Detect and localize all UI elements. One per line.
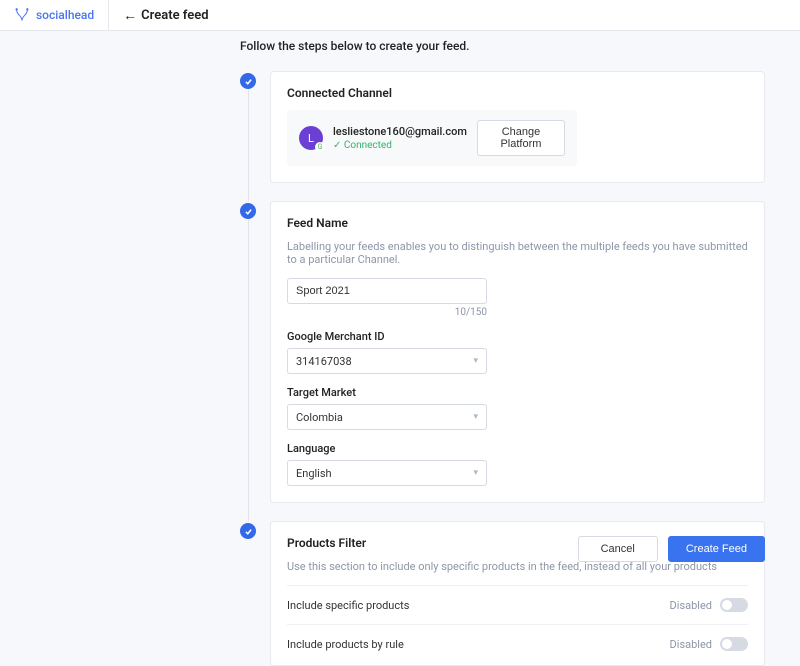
- feed-name-text[interactable]: [296, 285, 478, 297]
- toggle-state: Disabled: [670, 638, 712, 651]
- target-market-select[interactable]: Colombia ▾: [287, 404, 487, 430]
- filter-row-rule: Include products by rule Disabled: [287, 624, 748, 663]
- footer-actions: Cancel Create Feed: [578, 536, 765, 562]
- step-check-icon: [240, 203, 256, 219]
- toggle-specific-products[interactable]: [720, 598, 748, 612]
- page-title-area[interactable]: ← Create feed: [109, 7, 208, 24]
- back-arrow-icon[interactable]: ←: [123, 7, 137, 24]
- create-feed-button[interactable]: Create Feed: [668, 536, 765, 562]
- channel-email: lesliestone160@gmail.com: [333, 125, 467, 138]
- card-title: Feed Name: [287, 216, 748, 230]
- target-market-value: Colombia: [296, 411, 343, 424]
- language-select[interactable]: English ▾: [287, 460, 487, 486]
- filter-row-specific: Include specific products Disabled: [287, 585, 748, 624]
- step-connector: [248, 89, 249, 201]
- chevron-down-icon: ▾: [473, 468, 478, 478]
- field-language: Language English ▾: [287, 442, 748, 486]
- card-feed-name: Feed Name Labelling your feeds enables y…: [270, 201, 765, 503]
- avatar: L G: [299, 126, 323, 150]
- language-value: English: [296, 467, 332, 480]
- filter-label: Include specific products: [287, 599, 409, 612]
- instructions-text: Follow the steps below to create your fe…: [240, 39, 800, 53]
- cancel-button[interactable]: Cancel: [578, 536, 658, 562]
- filter-label: Include products by rule: [287, 638, 404, 651]
- field-merchant-id: Google Merchant ID 314167038 ▾: [287, 330, 748, 374]
- merchant-id-label: Google Merchant ID: [287, 330, 748, 343]
- avatar-initial: L: [308, 132, 314, 145]
- merchant-id-select[interactable]: 314167038 ▾: [287, 348, 487, 374]
- step-feed-name: Feed Name Labelling your feeds enables y…: [240, 201, 765, 503]
- card-desc: Labelling your feeds enables you to dist…: [287, 240, 748, 266]
- brand[interactable]: socialhead: [0, 0, 109, 30]
- step-check-icon: [240, 523, 256, 539]
- step-connector: [248, 219, 249, 521]
- feed-name-input[interactable]: [287, 278, 487, 304]
- card-title: Connected Channel: [287, 86, 748, 100]
- change-platform-button[interactable]: Change Platform: [477, 120, 565, 156]
- field-target-market: Target Market Colombia ▾: [287, 386, 748, 430]
- top-bar: socialhead ← Create feed: [0, 0, 800, 31]
- step-check-icon: [240, 73, 256, 89]
- brand-logo-icon: [14, 6, 30, 25]
- step-connected-channel: Connected Channel L G lesliestone160@gma…: [240, 71, 765, 183]
- toggle-state: Disabled: [670, 599, 712, 612]
- target-market-label: Target Market: [287, 386, 748, 399]
- feed-name-counter: 10/150: [287, 307, 487, 318]
- chevron-down-icon: ▾: [473, 356, 478, 366]
- toggle-products-by-rule[interactable]: [720, 637, 748, 651]
- channel-status: Connected: [333, 140, 467, 151]
- card-connected-channel: Connected Channel L G lesliestone160@gma…: [270, 71, 765, 183]
- language-label: Language: [287, 442, 748, 455]
- google-badge-icon: G: [315, 142, 325, 152]
- channel-box: L G lesliestone160@gmail.com Connected C…: [287, 110, 577, 166]
- chevron-down-icon: ▾: [473, 412, 478, 422]
- page-title: Create feed: [141, 8, 208, 23]
- field-feed-name: 10/150: [287, 278, 748, 318]
- brand-name: socialhead: [36, 8, 94, 22]
- merchant-id-value: 314167038: [296, 355, 352, 368]
